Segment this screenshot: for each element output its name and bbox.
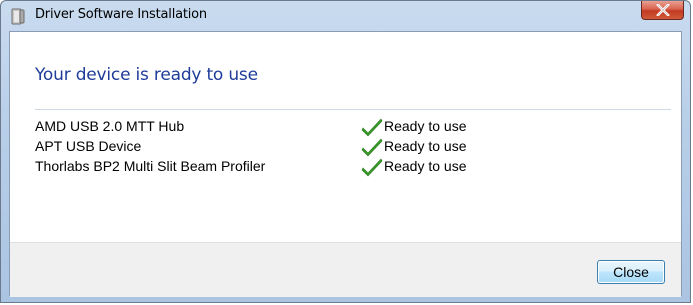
device-name: Thorlabs BP2 Multi Slit Beam Profiler [35, 158, 266, 174]
device-name: APT USB Device [35, 138, 142, 154]
device-name: AMD USB 2.0 MTT Hub [35, 118, 185, 134]
divider [35, 109, 671, 110]
window-close-button[interactable] [641, 1, 684, 20]
title-bar[interactable]: Driver Software Installation [1, 1, 690, 31]
device-status: Ready to use [384, 118, 467, 134]
dialog-content: Your device is ready to use AMD USB 2.0 … [9, 31, 682, 297]
close-icon [655, 1, 670, 20]
driver-install-window: Driver Software Installation Your device… [0, 0, 691, 303]
dialog-footer: Close [10, 242, 681, 297]
checkmark-icon [361, 137, 383, 157]
checkmark-icon [361, 157, 383, 177]
window-title: Driver Software Installation [35, 7, 207, 22]
device-row: Thorlabs BP2 Multi Slit Beam Profiler Re… [35, 158, 635, 177]
page-title: Your device is ready to use [35, 65, 258, 85]
device-status: Ready to use [384, 158, 467, 174]
close-button[interactable]: Close [597, 260, 665, 284]
device-row: AMD USB 2.0 MTT Hub Ready to use [35, 118, 635, 137]
device-row: APT USB Device Ready to use [35, 138, 635, 157]
device-status: Ready to use [384, 138, 467, 154]
checkmark-icon [361, 117, 383, 137]
driver-install-icon [10, 8, 26, 25]
